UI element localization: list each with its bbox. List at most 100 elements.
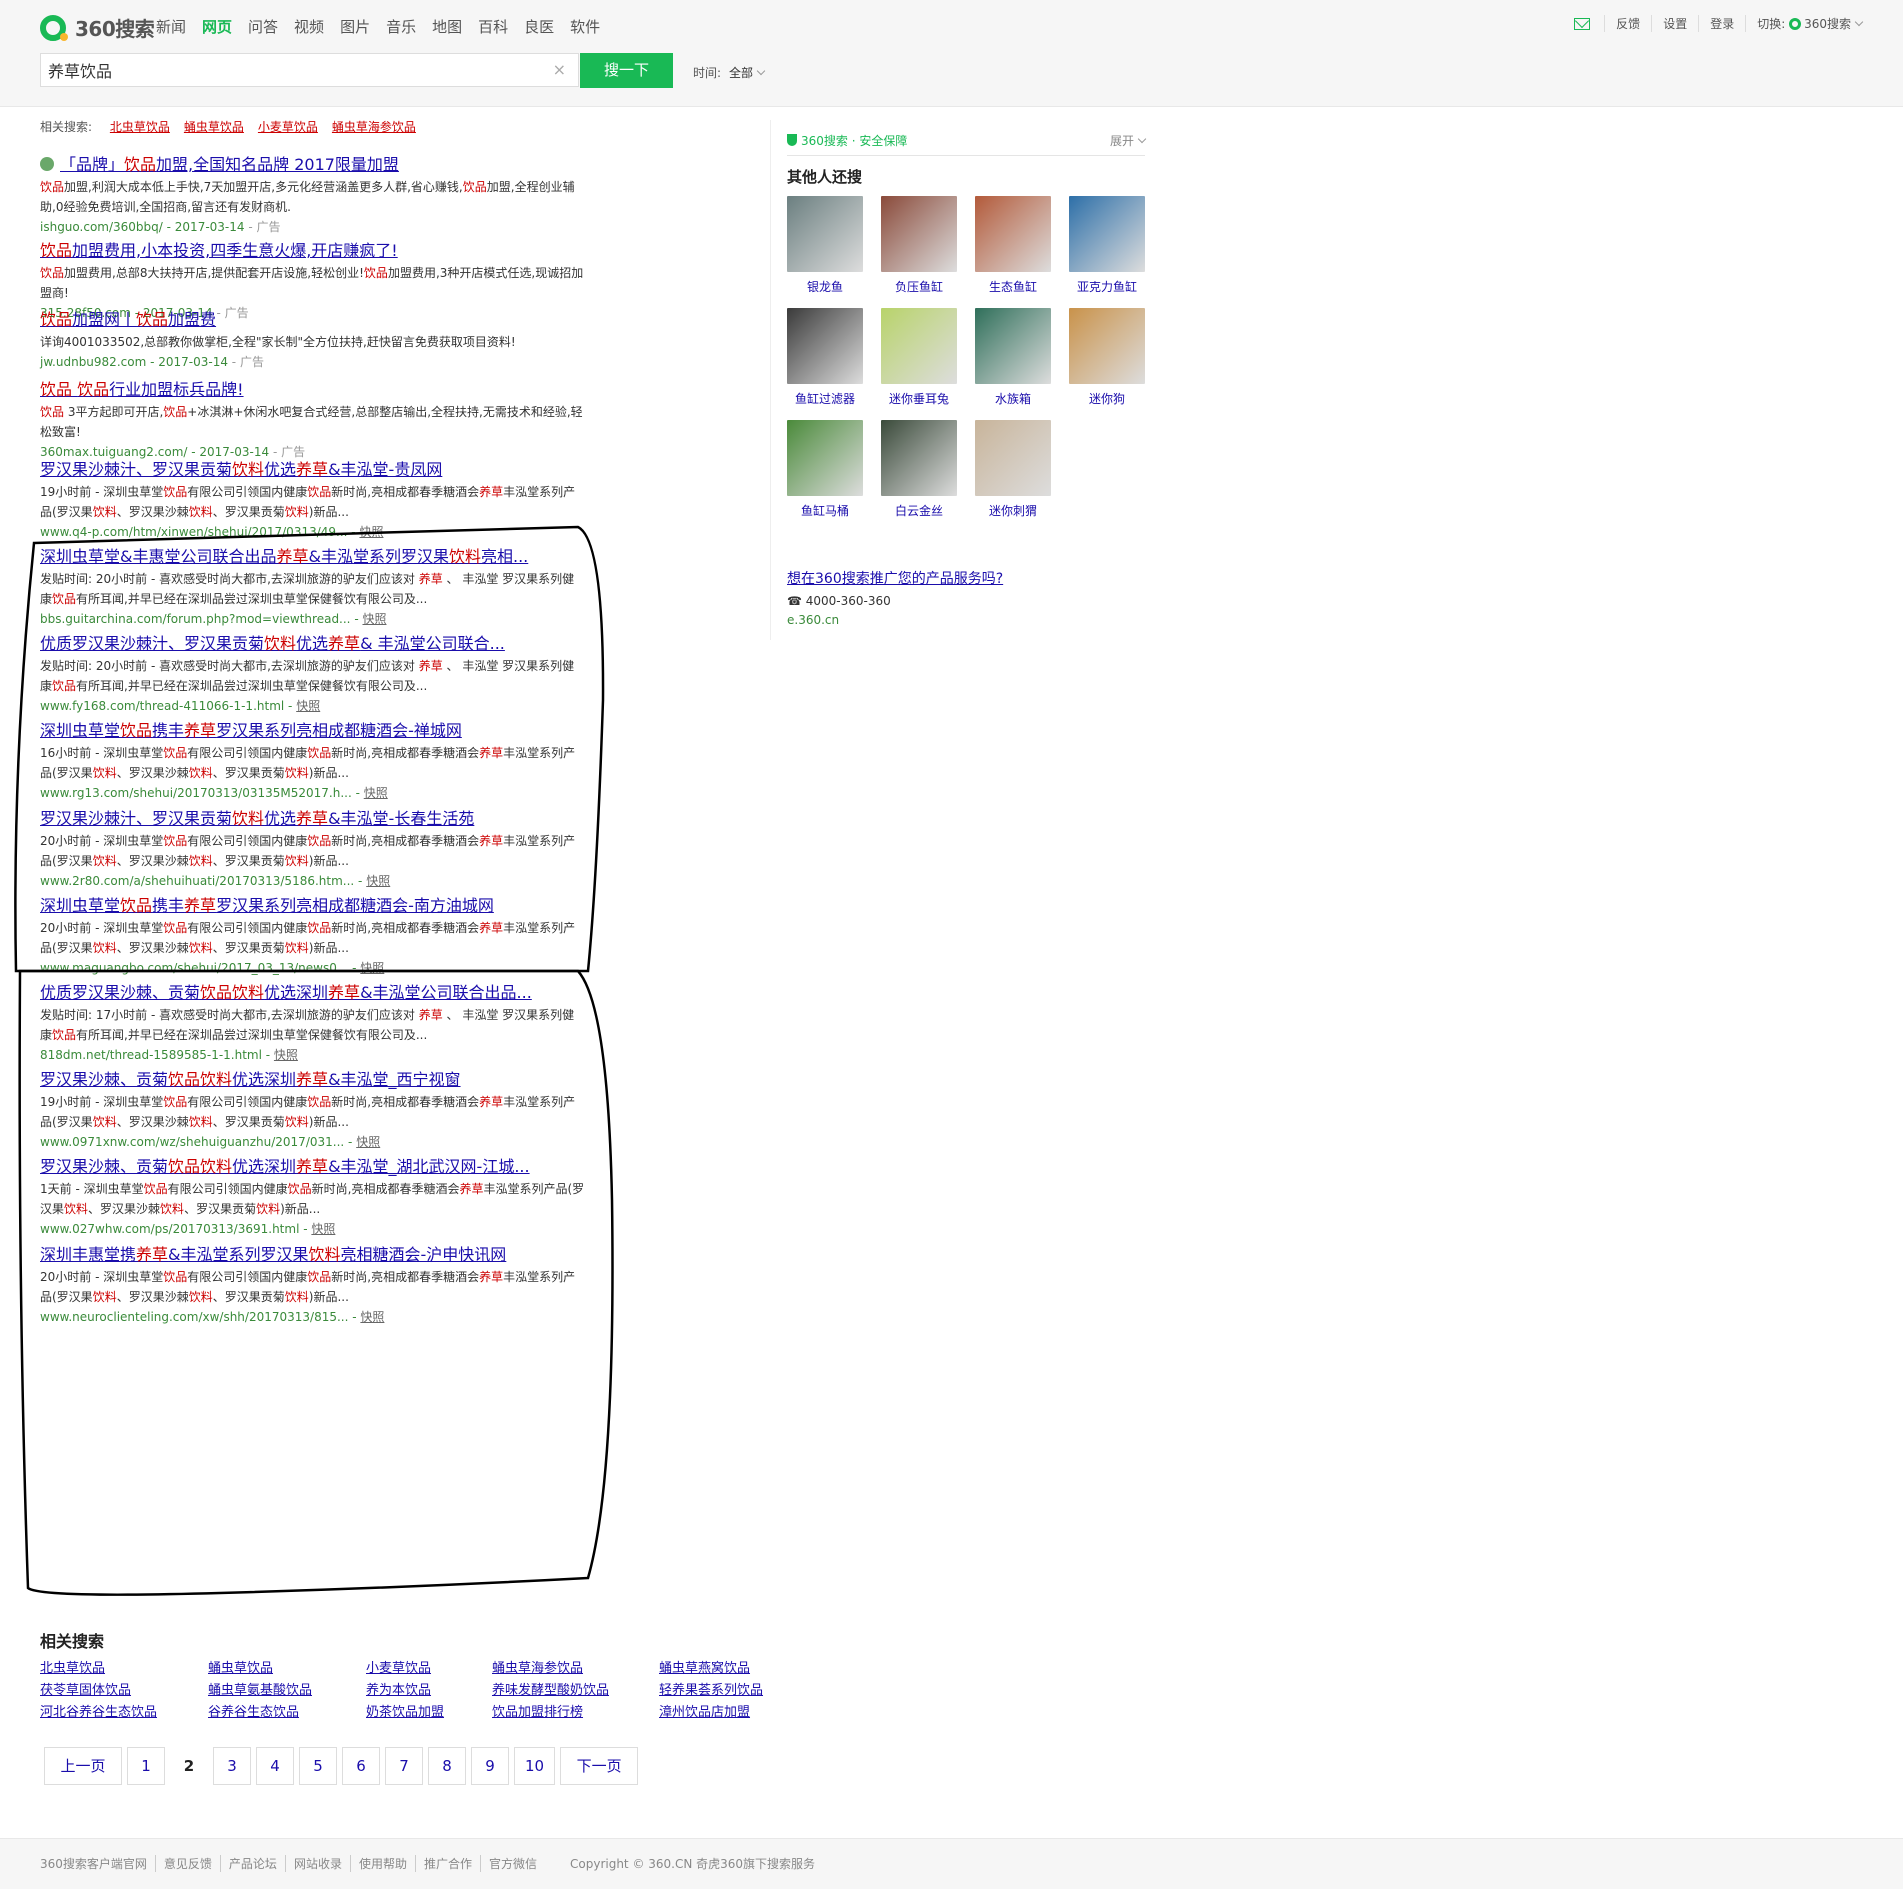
prev-page-button[interactable]: 上一页 [44,1747,122,1785]
result-url[interactable]: www.027whw.com/ps/20170313/3691.html [40,1222,299,1236]
related-thumbnail[interactable]: 负压鱼缸 [881,196,957,297]
thumbnail-label[interactable]: 鱼缸马桶 [787,501,863,521]
result-url[interactable]: ishguo.com/360bbq/ - 2017-03-14 [40,220,245,234]
snapshot-link[interactable]: 快照 [359,525,383,539]
promo-site[interactable]: e.360.cn [787,613,839,627]
thumbnail-image[interactable] [1069,196,1145,272]
related-link[interactable]: 蛹虫草饮品 [208,1658,366,1680]
related-thumbnail[interactable]: 白云金丝 [881,420,957,521]
result-url[interactable]: www.neuroclienteling.com/xw/shh/20170313… [40,1310,348,1324]
expand-button[interactable]: 展开 [1110,132,1147,149]
thumbnail-image[interactable] [975,420,1051,496]
page-number[interactable]: 9 [471,1747,509,1785]
related-link[interactable]: 蛹虫草燕窝饮品 [659,1658,799,1680]
snapshot-link[interactable]: 快照 [311,1222,335,1236]
related-thumbnail[interactable]: 迷你狗 [1069,308,1145,409]
related-link[interactable]: 饮品加盟排行榜 [492,1702,659,1724]
related-thumbnail[interactable]: 亚克力鱼缸 [1069,196,1145,297]
result-title[interactable]: 深圳虫草堂饮品携丰养草罗汉果系列亮相成都糖酒会-禅城网 [40,720,600,742]
thumbnail-image[interactable] [975,196,1051,272]
result-url[interactable]: 818dm.net/thread-1589585-1-1.html [40,1048,262,1062]
page-number[interactable]: 6 [342,1747,380,1785]
result-title[interactable]: 深圳虫草堂&丰惠堂公司联合出品养草&丰泓堂系列罗汉果饮料亮相... [40,546,600,568]
time-filter[interactable]: 时间: 全部 [693,64,766,81]
related-thumbnail[interactable]: 鱼缸过滤器 [787,308,863,409]
thumbnail-label[interactable]: 亚克力鱼缸 [1069,277,1145,297]
result-title[interactable]: 罗汉果沙棘汁、罗汉果贡菊饮料优选养草&丰泓堂-贵凤网 [40,459,600,481]
snapshot-link[interactable]: 快照 [362,612,386,626]
related-link[interactable]: 养为本饮品 [366,1680,492,1702]
related-link[interactable]: 小麦草饮品 [366,1658,492,1680]
related-thumbnail[interactable]: 鱼缸马桶 [787,420,863,521]
result-url[interactable]: www.fy168.com/thread-411066-1-1.html [40,699,284,713]
result-title[interactable]: 饮品 饮品行业加盟标兵品牌! [40,379,600,401]
nav-item[interactable]: 音乐 [386,16,416,37]
time-filter-value[interactable]: 全部 [729,66,753,80]
thumbnail-image[interactable] [881,420,957,496]
page-number[interactable]: 7 [385,1747,423,1785]
nav-item[interactable]: 良医 [524,16,554,37]
footer-link[interactable]: 网站收录 [284,1855,350,1872]
result-url[interactable]: bbs.guitarchina.com/forum.php?mod=viewth… [40,612,351,626]
footer-link[interactable]: 意见反馈 [154,1855,220,1872]
thumbnail-image[interactable] [881,308,957,384]
page-number[interactable]: 3 [213,1747,251,1785]
related-link[interactable]: 蛹虫草饮品 [184,120,244,134]
result-url[interactable]: 360max.tuiguang2.com/ - 2017-03-14 [40,445,269,459]
thumbnail-label[interactable]: 负压鱼缸 [881,277,957,297]
result-title[interactable]: 优质罗汉果沙棘、贡菊饮品饮料优选深圳养草&丰泓堂公司联合出品... [40,982,600,1004]
related-thumbnail[interactable]: 生态鱼缸 [975,196,1051,297]
nav-item[interactable]: 地图 [432,16,462,37]
result-title[interactable]: 「品牌」饮品加盟,全国知名品牌 2017限量加盟 [40,154,600,176]
search-button[interactable]: 搜一下 [580,53,673,88]
next-page-button[interactable]: 下一页 [560,1747,639,1785]
result-title[interactable]: 饮品加盟费用,小本投资,四季生意火爆,开店赚疯了! [40,240,600,262]
login-link[interactable]: 登录 [1698,15,1745,32]
thumbnail-image[interactable] [881,196,957,272]
related-link[interactable]: 蛹虫草海参饮品 [332,120,416,134]
promo-link[interactable]: 想在360搜索推广您的产品服务吗? [787,568,1003,588]
snapshot-link[interactable]: 快照 [366,874,390,888]
result-title[interactable]: 罗汉果沙棘、贡菊饮品饮料优选深圳养草&丰泓堂_湖北武汉网-江城... [40,1156,600,1178]
logo[interactable]: 360搜索 [40,13,155,42]
search-input[interactable] [41,54,531,86]
switch-engine[interactable]: 切换: 360搜索 [1745,15,1873,32]
thumbnail-label[interactable]: 迷你垂耳兔 [881,389,957,409]
result-title[interactable]: 深圳虫草堂饮品携丰养草罗汉果系列亮相成都糖酒会-南方油城网 [40,895,600,917]
settings-link[interactable]: 设置 [1651,15,1698,32]
thumbnail-label[interactable]: 白云金丝 [881,501,957,521]
related-thumbnail[interactable]: 迷你垂耳兔 [881,308,957,409]
thumbnail-label[interactable]: 水族箱 [975,389,1051,409]
snapshot-link[interactable]: 快照 [274,1048,298,1062]
footer-link[interactable]: 360搜索客户端官网 [40,1855,155,1872]
thumbnail-label[interactable]: 生态鱼缸 [975,277,1051,297]
result-title[interactable]: 罗汉果沙棘、贡菊饮品饮料优选深圳养草&丰泓堂_西宁视窗 [40,1069,600,1091]
snapshot-link[interactable]: 快照 [296,699,320,713]
related-thumbnail[interactable]: 迷你刺猬 [975,420,1051,521]
related-link[interactable]: 蛹虫草海参饮品 [492,1658,659,1680]
snapshot-link[interactable]: 快照 [360,961,384,975]
nav-item[interactable]: 视频 [294,16,324,37]
thumbnail-image[interactable] [787,196,863,272]
related-link[interactable]: 漳州饮品店加盟 [659,1702,799,1724]
page-number[interactable]: 4 [256,1747,294,1785]
page-number[interactable]: 10 [514,1747,556,1785]
thumbnail-label[interactable]: 迷你狗 [1069,389,1145,409]
result-url[interactable]: jw.udnbu982.com - 2017-03-14 [40,355,228,369]
related-link[interactable]: 养味发酵型酸奶饮品 [492,1680,659,1702]
page-number[interactable]: 1 [127,1747,165,1785]
nav-item[interactable]: 软件 [570,16,600,37]
related-thumbnail[interactable]: 水族箱 [975,308,1051,409]
related-link[interactable]: 北虫草饮品 [110,120,170,134]
snapshot-link[interactable]: 快照 [356,1135,380,1149]
thumbnail-image[interactable] [975,308,1051,384]
related-link[interactable]: 轻养果荟系列饮品 [659,1680,799,1702]
result-title[interactable]: 深圳丰惠堂携养草&丰泓堂系列罗汉果饮料亮相糖酒会-沪申快讯网 [40,1244,600,1266]
mail-icon[interactable] [1574,17,1591,30]
result-url[interactable]: www.2r80.com/a/shehuihuati/20170313/5186… [40,874,354,888]
related-link[interactable]: 蛹虫草氨基酸饮品 [208,1680,366,1702]
related-link[interactable]: 河北谷养谷生态饮品 [40,1702,208,1724]
clear-icon[interactable]: × [553,60,566,79]
nav-item[interactable]: 问答 [248,16,278,37]
related-link[interactable]: 茯苓草固体饮品 [40,1680,208,1702]
